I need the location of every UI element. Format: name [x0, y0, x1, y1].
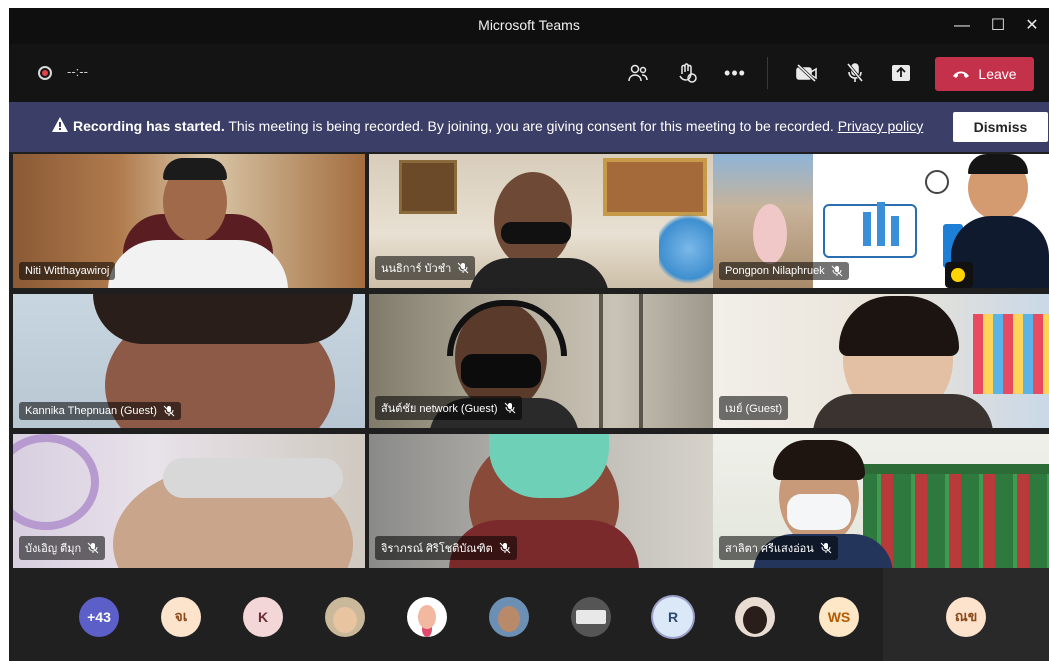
woman-photo-icon: [743, 606, 767, 634]
participant-name: นนธิการ์ บัวชำ: [375, 256, 476, 280]
minimize-button[interactable]: —: [947, 14, 977, 38]
banner-text: This meeting is being recorded. By joini…: [228, 118, 834, 134]
video-tile[interactable]: บังเอิญ ตีมุก: [13, 434, 365, 568]
roster-avatar[interactable]: [735, 597, 775, 637]
people-icon[interactable]: [624, 59, 652, 87]
roster-avatar[interactable]: K: [243, 597, 283, 637]
mic-off-icon: [820, 542, 832, 554]
video-tile[interactable]: เมย์ (Guest): [713, 294, 1049, 428]
roster-avatar[interactable]: [325, 597, 365, 637]
participant-name: Kannika Thepnuan (Guest): [19, 402, 181, 420]
man-photo-icon: [498, 606, 520, 632]
participant-name: สาลิตา ศรีแสงอ่อน: [719, 536, 838, 560]
video-tile[interactable]: สาลิตา ศรีแสงอ่อน: [713, 434, 1049, 568]
roster-avatar[interactable]: [489, 597, 529, 637]
participant-name: เมย์ (Guest): [719, 396, 789, 420]
title-bar: Microsoft Teams — ☐ ✕: [9, 8, 1049, 44]
dismiss-button[interactable]: Dismiss: [953, 112, 1048, 142]
cartoon-photo-icon: [418, 605, 436, 629]
participant-name: จิราภรณ์ ศิริโชติบัณฑิต: [375, 536, 517, 560]
mic-off-icon: [458, 262, 469, 274]
privacy-policy-link[interactable]: Privacy policy: [838, 118, 924, 134]
banner-title: Recording has started.: [73, 118, 225, 134]
participant-name: สันต์ชัย network (Guest): [375, 396, 522, 420]
video-tile[interactable]: Pongpon Nilaphruek: [713, 154, 1049, 288]
participant-name: Pongpon Nilaphruek: [719, 262, 849, 280]
video-tile[interactable]: จิราภรณ์ ศิริโชติบัณฑิต: [369, 434, 721, 568]
participant-name: บังเอิญ ตีมุก: [19, 536, 106, 560]
mic-off-icon[interactable]: [841, 59, 869, 87]
more-icon[interactable]: •••: [721, 59, 749, 87]
participant-roster: +43 จเ K R WS ณข: [9, 568, 1049, 661]
roster-avatar[interactable]: [407, 597, 447, 637]
mic-off-icon: [831, 265, 843, 277]
warning-icon: [52, 117, 68, 132]
video-tile[interactable]: สันต์ชัย network (Guest): [369, 294, 721, 428]
video-tile[interactable]: Niti Witthayawiroj: [13, 154, 365, 288]
video-tile[interactable]: นนธิการ์ บัวชำ: [369, 154, 721, 288]
mic-off-icon: [87, 542, 99, 554]
mic-off-icon: [163, 405, 175, 417]
more-participants-button[interactable]: +43: [79, 597, 119, 637]
roster-avatar[interactable]: WS: [819, 597, 859, 637]
close-button[interactable]: ✕: [1017, 14, 1047, 38]
meeting-timer: --:--: [67, 64, 88, 79]
leave-button[interactable]: Leave: [935, 57, 1034, 91]
sign-photo-icon: [576, 610, 606, 624]
recording-icon: [38, 66, 52, 80]
toolbar-divider: [767, 57, 768, 89]
recording-banner: Recording has started. This meeting is b…: [9, 102, 1049, 152]
reactions-icon[interactable]: [673, 59, 701, 87]
maximize-button[interactable]: ☐: [983, 14, 1013, 38]
window-title: Microsoft Teams: [478, 17, 580, 33]
roster-avatar[interactable]: [571, 597, 611, 637]
self-avatar[interactable]: ณข: [946, 597, 986, 637]
video-grid: Niti Witthayawiroj นนธิการ์ บัวชำ Pongpo…: [13, 154, 1049, 568]
teams-window: Microsoft Teams — ☐ ✕ --:-- ••• Leave Re…: [9, 8, 1049, 661]
leave-label: Leave: [978, 66, 1017, 82]
roster-avatar[interactable]: จเ: [161, 597, 201, 637]
banner-message: Recording has started. This meeting is b…: [73, 118, 923, 134]
share-icon[interactable]: [887, 59, 915, 87]
meeting-toolbar: --:-- ••• Leave: [9, 44, 1049, 102]
camera-off-icon[interactable]: [793, 59, 821, 87]
roster-avatar[interactable]: R: [653, 597, 693, 637]
video-tile[interactable]: Kannika Thepnuan (Guest): [13, 294, 365, 428]
child-photo-icon: [333, 607, 357, 633]
mic-off-icon: [499, 542, 511, 554]
participant-name: Niti Witthayawiroj: [19, 262, 116, 280]
mic-off-icon: [504, 402, 515, 414]
phone-hangup-icon: [953, 71, 970, 78]
